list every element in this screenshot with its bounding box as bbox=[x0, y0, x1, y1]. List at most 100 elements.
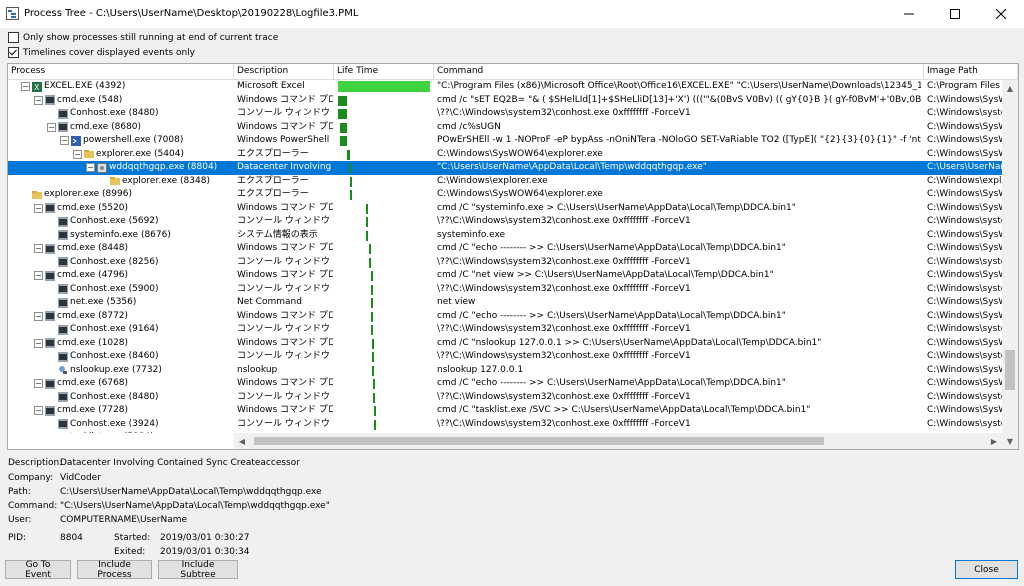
process-name: Conhost.exe (8480) bbox=[70, 108, 159, 118]
collapse-icon[interactable]: − bbox=[34, 406, 43, 416]
process-tree-list[interactable]: Process Description Life Time Command Im… bbox=[7, 63, 1019, 450]
column-process[interactable]: Process bbox=[8, 64, 234, 79]
table-row[interactable]: explorer.exe (8996) エクスプローラー C:\Windows\Sy… bbox=[8, 188, 1002, 202]
table-row[interactable]: Conhost.exe (8460) コンソール ウィンドウ ホスト \??\C:\… bbox=[8, 350, 1002, 364]
process-name: explorer.exe (5404) bbox=[96, 148, 184, 159]
horizontal-scrollbar[interactable]: ◀ ▶ bbox=[234, 433, 1002, 449]
timelines-cover-option[interactable]: Timelines cover displayed events only bbox=[8, 47, 195, 58]
table-row[interactable]: − X EXCEL.EXE (4392) Microsoft Excel "C:\Pro… bbox=[8, 80, 1002, 94]
vertical-scrollbar[interactable]: ▲ ▼ bbox=[1002, 80, 1018, 449]
table-row[interactable]: − cmd.exe (1028) Windows コマンド プロセッサ cmd /C … bbox=[8, 337, 1002, 351]
image-path-cell: C:\Windows\system3 bbox=[927, 216, 1002, 226]
process-cell: Conhost.exe (5900) bbox=[47, 283, 234, 297]
process-cell: − cmd.exe (8448) bbox=[34, 242, 234, 256]
table-row[interactable]: Conhost.exe (3924) コンソール ウィンドウ ホスト \??\C:\… bbox=[8, 418, 1002, 432]
process-cell: Conhost.exe (8256) bbox=[47, 256, 234, 270]
description-label: Description: bbox=[8, 458, 63, 468]
process-cell: − cmd.exe (6768) bbox=[34, 377, 234, 391]
table-row[interactable]: Conhost.exe (5900) コンソール ウィンドウ ホスト \??\C:\… bbox=[8, 283, 1002, 297]
description-cell: コンソール ウィンドウ ホスト bbox=[237, 418, 333, 429]
pid-value: 8804 bbox=[60, 533, 83, 543]
description-cell: Datacenter Involving Co... bbox=[237, 162, 333, 172]
collapse-icon[interactable]: − bbox=[34, 379, 43, 389]
table-row[interactable]: Conhost.exe (9164) コンソール ウィンドウ ホスト \??\C:\… bbox=[8, 323, 1002, 337]
image-path-cell: C:\Windows\SysWOW64 bbox=[927, 94, 1002, 105]
image-path-cell: C:\Windows\system3 bbox=[927, 108, 1002, 118]
collapse-icon[interactable]: − bbox=[34, 311, 43, 321]
image-path-cell: C:\Windows\SysWOW bbox=[927, 270, 1002, 280]
lifetime-bar bbox=[339, 122, 348, 133]
go-to-event-button[interactable]: Go To Event bbox=[5, 560, 71, 580]
process-cell: − explorer.exe (5404) bbox=[73, 148, 234, 162]
horizontal-scroll-thumb[interactable] bbox=[254, 437, 824, 445]
close-window-button[interactable] bbox=[978, 0, 1024, 28]
include-subtree-button[interactable]: Include Subtree bbox=[158, 560, 238, 580]
collapse-icon[interactable]: − bbox=[21, 82, 30, 92]
scroll-down-icon[interactable]: ▼ bbox=[1002, 433, 1018, 449]
collapse-icon[interactable]: − bbox=[34, 95, 43, 105]
process-cell: tasklist.exe (5284) bbox=[47, 431, 234, 433]
table-row[interactable]: − cmd.exe (7728) Windows コマンド プロセッサ cmd /C … bbox=[8, 404, 1002, 418]
collapse-icon[interactable]: − bbox=[34, 203, 43, 213]
console-icon bbox=[58, 230, 68, 241]
description-cell: Net Command bbox=[237, 297, 302, 307]
table-row[interactable]: − cmd.exe (8772) Windows コマンド プロセッサ cmd /C … bbox=[8, 310, 1002, 324]
table-row[interactable]: Conhost.exe (8480) コンソール ウィンドウ ホスト \??\C:\… bbox=[8, 107, 1002, 121]
table-row[interactable]: explorer.exe (8348) エクスプローラー C:\Windows\ex… bbox=[8, 175, 1002, 189]
collapse-icon[interactable]: − bbox=[34, 271, 43, 281]
company-value: VidCoder bbox=[60, 473, 101, 483]
table-row[interactable]: − explorer.exe (5404) エクスプローラー C:\Windows\S… bbox=[8, 148, 1002, 162]
scroll-up-icon[interactable]: ▲ bbox=[1002, 80, 1018, 96]
table-row[interactable]: Conhost.exe (8480) コンソール ウィンドウ ホスト \??\C:\… bbox=[8, 391, 1002, 405]
maximize-icon bbox=[950, 9, 960, 19]
only-running-checkbox[interactable] bbox=[8, 32, 19, 43]
vertical-scroll-thumb[interactable] bbox=[1005, 350, 1015, 390]
table-row[interactable]: systeminfo.exe (8676) システム情報の表示 systeminfo… bbox=[8, 229, 1002, 243]
maximize-button[interactable] bbox=[932, 0, 978, 28]
collapse-icon[interactable]: − bbox=[34, 338, 43, 348]
table-row[interactable]: − powershell.exe (7008) Windows PowerShell… bbox=[8, 134, 1002, 148]
table-row[interactable]: net.exe (5356) Net Command net view C:\Wind… bbox=[8, 296, 1002, 310]
column-lifetime[interactable]: Life Time bbox=[334, 64, 434, 79]
table-row[interactable]: Conhost.exe (5692) コンソール ウィンドウ ホスト \??\C:\… bbox=[8, 215, 1002, 229]
scroll-left-icon[interactable]: ◀ bbox=[234, 433, 250, 449]
path-label: Path: bbox=[8, 487, 31, 497]
image-path-cell: C:\Windows\system3 bbox=[927, 283, 1002, 294]
table-row[interactable]: − cmd.exe (8448) Windows コマンド プロセッサ cmd /C … bbox=[8, 242, 1002, 256]
table-row[interactable]: Conhost.exe (8256) コンソール ウィンドウ ホスト \??\C:\… bbox=[8, 256, 1002, 270]
collapse-icon[interactable]: − bbox=[34, 244, 43, 254]
lifetime-bar bbox=[365, 230, 368, 241]
table-row-selected[interactable]: − wddqqthgqp.exe (8804) Datacenter Involvi… bbox=[8, 161, 1002, 175]
column-description[interactable]: Description bbox=[234, 64, 334, 79]
only-running-option[interactable]: Only show processes still running at end… bbox=[8, 32, 278, 43]
include-process-button[interactable]: Include Process bbox=[77, 560, 152, 580]
collapse-icon[interactable]: − bbox=[60, 136, 69, 146]
collapse-icon[interactable]: − bbox=[73, 149, 82, 159]
timelines-cover-checkbox[interactable] bbox=[8, 47, 19, 58]
table-row[interactable]: − cmd.exe (4796) Windows コマンド プロセッサ cmd /C … bbox=[8, 269, 1002, 283]
collapse-icon[interactable]: − bbox=[86, 163, 95, 173]
collapse-icon[interactable]: − bbox=[47, 122, 56, 132]
process-name: cmd.exe (1028) bbox=[57, 337, 129, 348]
table-row[interactable]: − cmd.exe (548) Windows コマンド プロセッサ cmd /c "… bbox=[8, 94, 1002, 108]
lifetime-bar bbox=[372, 338, 375, 349]
description-cell: Windows コマンド プロセッサ bbox=[237, 270, 333, 280]
process-cell: explorer.exe (8996) bbox=[21, 188, 234, 202]
minimize-button[interactable] bbox=[886, 0, 932, 28]
table-row[interactable]: nslookup.exe (7732) nslookup nslookup 127.… bbox=[8, 364, 1002, 378]
command-cell: \??\C:\Windows\system32\conhost.exe 0xff… bbox=[437, 256, 691, 267]
excel-icon: X bbox=[32, 81, 42, 92]
table-row[interactable]: − cmd.exe (6768) Windows コマンド プロセッサ cmd /C … bbox=[8, 377, 1002, 391]
command-cell: cmd /c "sET EQ2B= "& ( $SHelLId[1]+$SHeL… bbox=[437, 94, 921, 105]
table-row[interactable]: − cmd.exe (5520) Windows コマンド プロセッサ cmd /C … bbox=[8, 202, 1002, 216]
column-command[interactable]: Command bbox=[434, 64, 924, 79]
column-image-path[interactable]: Image Path bbox=[924, 64, 1018, 79]
scroll-right-icon[interactable]: ▶ bbox=[986, 433, 1002, 449]
command-cell: cmd /C "echo -------- >> C:\Users\UserNa… bbox=[437, 378, 786, 388]
lifetime-bar bbox=[349, 176, 352, 187]
description-cell: エクスプローラー bbox=[237, 175, 309, 186]
table-row[interactable]: − cmd.exe (8680) Windows コマンド プロセッサ cmd /c%… bbox=[8, 121, 1002, 135]
process-tree-icon bbox=[6, 7, 19, 20]
close-button[interactable]: Close bbox=[955, 560, 1018, 579]
description-cell: コンソール ウィンドウ ホスト bbox=[237, 108, 333, 118]
